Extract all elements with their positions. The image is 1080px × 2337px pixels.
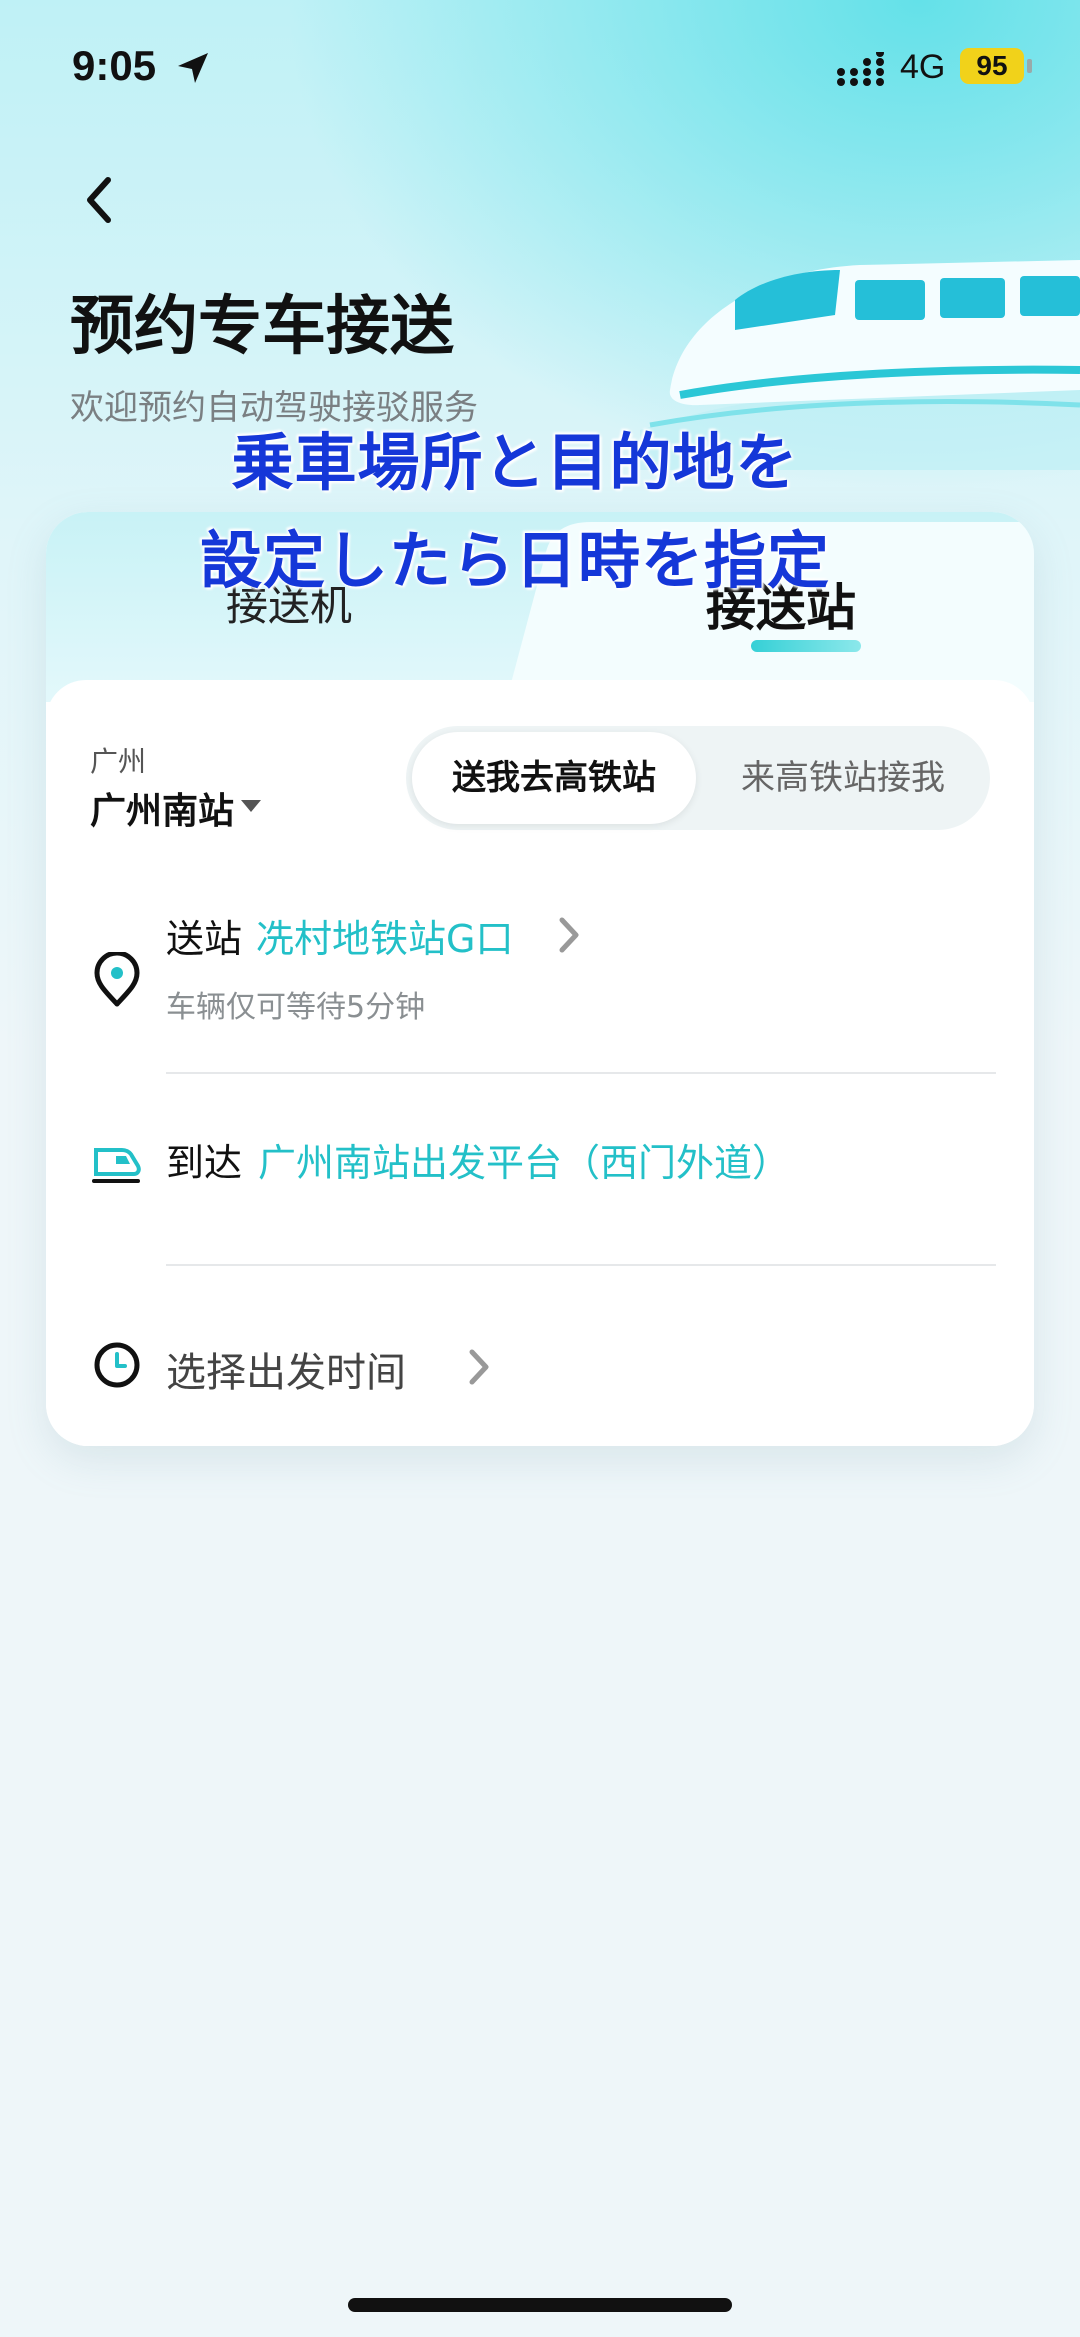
overlay-caption-line1: 乗車場所と目的地を	[231, 426, 799, 499]
status-time: 9:05	[72, 42, 157, 89]
chevron-right-icon[interactable]	[464, 1344, 494, 1390]
direction-toggle: 送我去高铁站 来高铁站接我	[406, 726, 990, 830]
divider	[166, 1264, 996, 1266]
departure-time-label[interactable]: 选择出发时间	[166, 1340, 406, 1398]
chevron-right-icon[interactable]	[554, 912, 584, 958]
city-region: 广州	[90, 745, 147, 778]
home-indicator[interactable]	[348, 2298, 732, 2312]
network-type: 4G	[900, 48, 946, 86]
clock-icon	[94, 1342, 140, 1388]
arrival-label: 到达	[166, 1141, 243, 1185]
booking-card: 接送机 接送站 广州 广州南站 送我去高铁站 来高铁站接我 送站 冼村地铁站G口…	[46, 512, 1034, 1446]
booking-form: 广州 广州南站 送我去高铁站 来高铁站接我 送站 冼村地铁站G口 车辆仅可等待5…	[46, 680, 1034, 1446]
segment-to-station[interactable]: 送我去高铁站	[412, 732, 696, 824]
pickup-label: 送站	[166, 917, 243, 961]
location-pin-icon	[94, 952, 140, 1007]
back-chevron-icon[interactable]	[70, 170, 130, 230]
status-bar: 9:05 4G 95	[0, 0, 1080, 130]
battery-cap	[1027, 59, 1032, 73]
station-selector[interactable]: 广州南站	[90, 782, 234, 834]
train-icon	[92, 1148, 141, 1183]
signal-icon	[837, 52, 884, 86]
page-title: 预约专车接送	[70, 290, 454, 364]
battery-indicator: 95	[960, 48, 1024, 84]
pickup-location[interactable]: 冼村地铁站G口	[256, 908, 513, 963]
pickup-note: 车辆仅可等待5分钟	[166, 990, 426, 1025]
active-tab-indicator	[751, 640, 861, 652]
arrival-location[interactable]: 广州南站出发平台（西门外道）	[258, 1132, 790, 1187]
location-arrow-icon	[178, 53, 208, 83]
overlay-caption-line2: 設定したら日時を指定	[199, 524, 830, 597]
divider	[166, 1072, 996, 1074]
caret-down-icon[interactable]	[241, 800, 261, 812]
segment-from-station[interactable]: 来高铁站接我	[702, 732, 984, 824]
